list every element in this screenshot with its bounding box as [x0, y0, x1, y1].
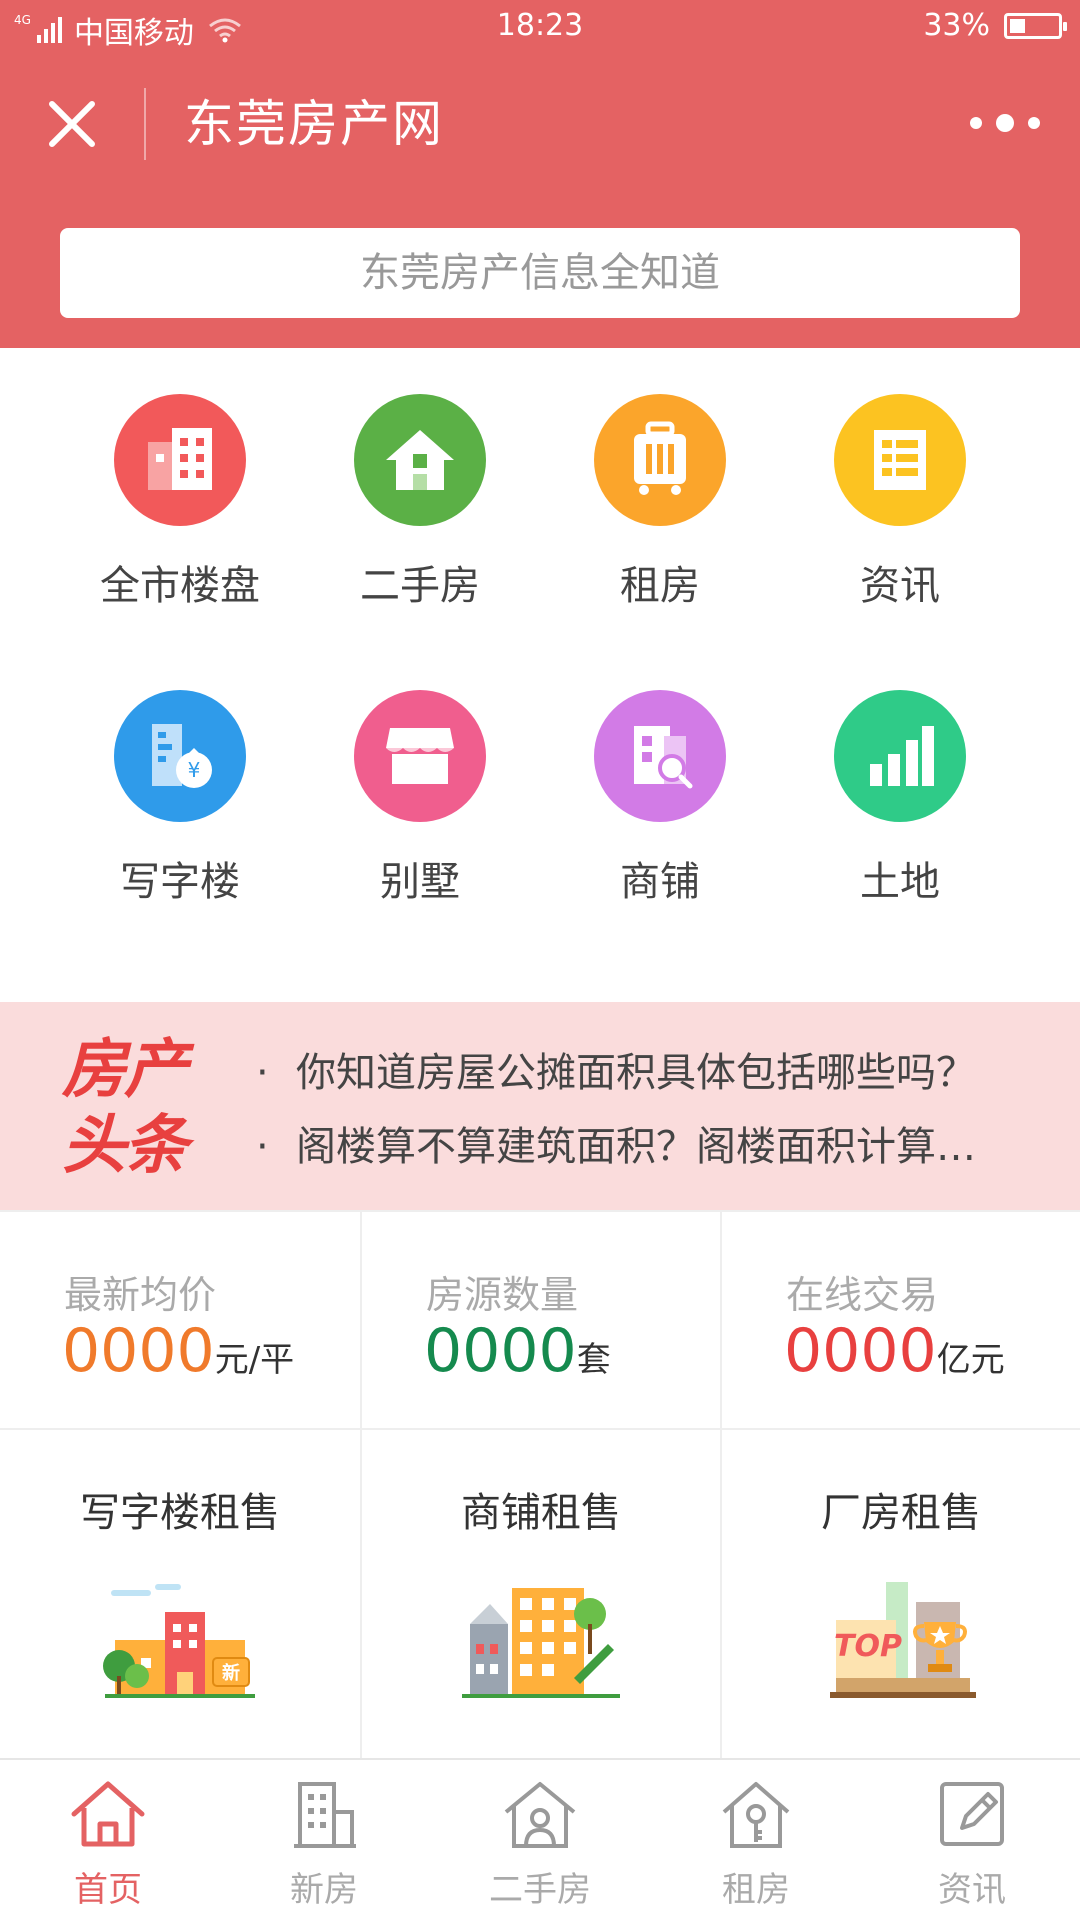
category-second-hand[interactable]: 二手房 [300, 394, 540, 610]
stat-average-price: 最新均价 0000元/平 [0, 1212, 360, 1428]
stat-unit: 亿元 [936, 1340, 1005, 1380]
category-label: 全市楼盘 [100, 563, 260, 609]
office-money-icon: ¥ [114, 690, 246, 822]
category-rent[interactable]: 租房 [540, 394, 780, 610]
tab-label: 首页 [74, 1870, 142, 1910]
battery-percent: 33% [923, 8, 990, 43]
new-building-illustration: 新 [103, 1584, 255, 1698]
page-title: 东莞房产网 [184, 95, 444, 153]
tab-home[interactable]: 首页 [0, 1778, 216, 1911]
category-office[interactable]: ¥ 写字楼 [60, 690, 300, 906]
svg-text:¥: ¥ [188, 758, 201, 782]
key-house-icon [722, 1782, 790, 1848]
more-dot-icon [970, 117, 982, 129]
nav-bar: 东莞房产网 [0, 70, 1080, 180]
card-office-rental[interactable]: 写字楼租售 新 [0, 1430, 360, 1756]
divider [360, 1212, 362, 1758]
card-title: 商铺租售 [461, 1490, 621, 1536]
divider [0, 1428, 1080, 1430]
headline-item[interactable]: · 你知道房屋公摊面积具体包括哪些吗？ [256, 1048, 1016, 1098]
stat-value: 0000亿元 [784, 1316, 1005, 1395]
battery-icon [1004, 12, 1067, 39]
shop-search-icon [594, 690, 726, 822]
category-label: 租房 [620, 563, 700, 609]
divider [0, 1210, 1080, 1212]
stat-label: 房源数量 [426, 1273, 579, 1317]
headlines-logo-line: 头条 [62, 1109, 188, 1183]
status-time: 18:23 [496, 8, 584, 43]
headlines-logo: 房产 头条 [62, 1032, 212, 1184]
tab-new-homes[interactable]: 新房 [216, 1778, 432, 1911]
stat-unit: 元/平 [214, 1340, 295, 1380]
badge-text: TOP [834, 1629, 902, 1664]
more-dot-icon [1028, 117, 1040, 129]
tab-news[interactable]: 资讯 [864, 1778, 1080, 1911]
house-outline-icon [504, 1782, 576, 1848]
close-icon [49, 101, 95, 147]
category-label: 土地 [860, 859, 940, 905]
stat-unit: 套 [576, 1340, 611, 1380]
luggage-icon [594, 394, 726, 526]
category-land[interactable]: 土地 [780, 690, 1020, 906]
divider [720, 1212, 722, 1758]
status-right: 33% [923, 8, 1067, 43]
tab-second-hand[interactable]: 二手房 [432, 1778, 648, 1911]
shop-awning-icon [354, 690, 486, 822]
category-shop[interactable]: 商铺 [540, 690, 780, 906]
stat-number: 0000 [62, 1316, 215, 1386]
category-label: 商铺 [620, 859, 700, 905]
headlines-banner: 房产 头条 · 你知道房屋公摊面积具体包括哪些吗？ · 阁楼算不算建筑面积？阁楼… [0, 1002, 1080, 1210]
search-input[interactable]: 东莞房产信息全知道 [60, 228, 1020, 318]
category-all-estates[interactable]: 全市楼盘 [60, 394, 300, 610]
category-label: 资讯 [860, 563, 940, 609]
tab-bar: 首页 新房 二手房 租房 资讯 [0, 1758, 1080, 1920]
house-icon [354, 394, 486, 526]
card-factory-rental[interactable]: 厂房租售 TOP [722, 1430, 1080, 1756]
news-icon [834, 394, 966, 526]
tab-label: 新房 [290, 1870, 358, 1910]
nav-divider [144, 88, 146, 160]
battery-level [1010, 18, 1025, 33]
stat-online-transactions: 在线交易 0000亿元 [722, 1212, 1080, 1428]
tab-rent[interactable]: 租房 [648, 1778, 864, 1911]
top-trophy-illustration: TOP [830, 1582, 976, 1698]
bullet: · [256, 1050, 269, 1096]
stat-listing-count: 房源数量 0000套 [362, 1212, 720, 1428]
stat-number: 0000 [424, 1316, 577, 1386]
edit-icon [940, 1782, 1004, 1846]
headline-text: 你知道房屋公摊面积具体包括哪些吗？ [296, 1050, 976, 1096]
stat-value: 0000套 [424, 1316, 611, 1395]
more-dot-icon [996, 114, 1014, 132]
close-button[interactable] [40, 92, 104, 156]
more-button[interactable] [970, 108, 1040, 138]
stat-value: 0000元/平 [62, 1316, 294, 1395]
card-title: 厂房租售 [821, 1490, 981, 1536]
stat-number: 0000 [784, 1316, 937, 1386]
status-bar: 4G 中国移动 18:23 33% [0, 0, 1080, 56]
shop-building-illustration [462, 1588, 620, 1698]
headline-text: 阁楼算不算建筑面积？阁楼面积计算… [296, 1124, 976, 1170]
category-news[interactable]: 资讯 [780, 394, 1020, 610]
card-title: 写字楼租售 [80, 1490, 280, 1536]
app-header: 4G 中国移动 18:23 33% 东莞房产网 东莞房产信息全知道 [0, 0, 1080, 348]
bullet: · [256, 1124, 269, 1170]
category-label: 二手房 [360, 563, 480, 609]
stat-label: 最新均价 [64, 1273, 217, 1317]
stat-label: 在线交易 [786, 1273, 939, 1317]
headline-item[interactable]: · 阁楼算不算建筑面积？阁楼面积计算… [256, 1122, 1016, 1172]
tab-label: 二手房 [489, 1870, 591, 1910]
category-villa[interactable]: 别墅 [300, 690, 540, 906]
building-icon [294, 1782, 356, 1848]
buildings-icon [114, 394, 246, 526]
category-label: 别墅 [380, 859, 460, 905]
headlines-logo-line: 房产 [62, 1033, 188, 1107]
home-icon [71, 1781, 145, 1847]
tab-label: 租房 [722, 1870, 790, 1910]
bar-chart-icon [834, 690, 966, 822]
card-shop-rental[interactable]: 商铺租售 [362, 1430, 720, 1756]
tab-label: 资讯 [938, 1870, 1006, 1910]
category-label: 写字楼 [120, 859, 240, 905]
badge-text: 新 [222, 1662, 240, 1684]
